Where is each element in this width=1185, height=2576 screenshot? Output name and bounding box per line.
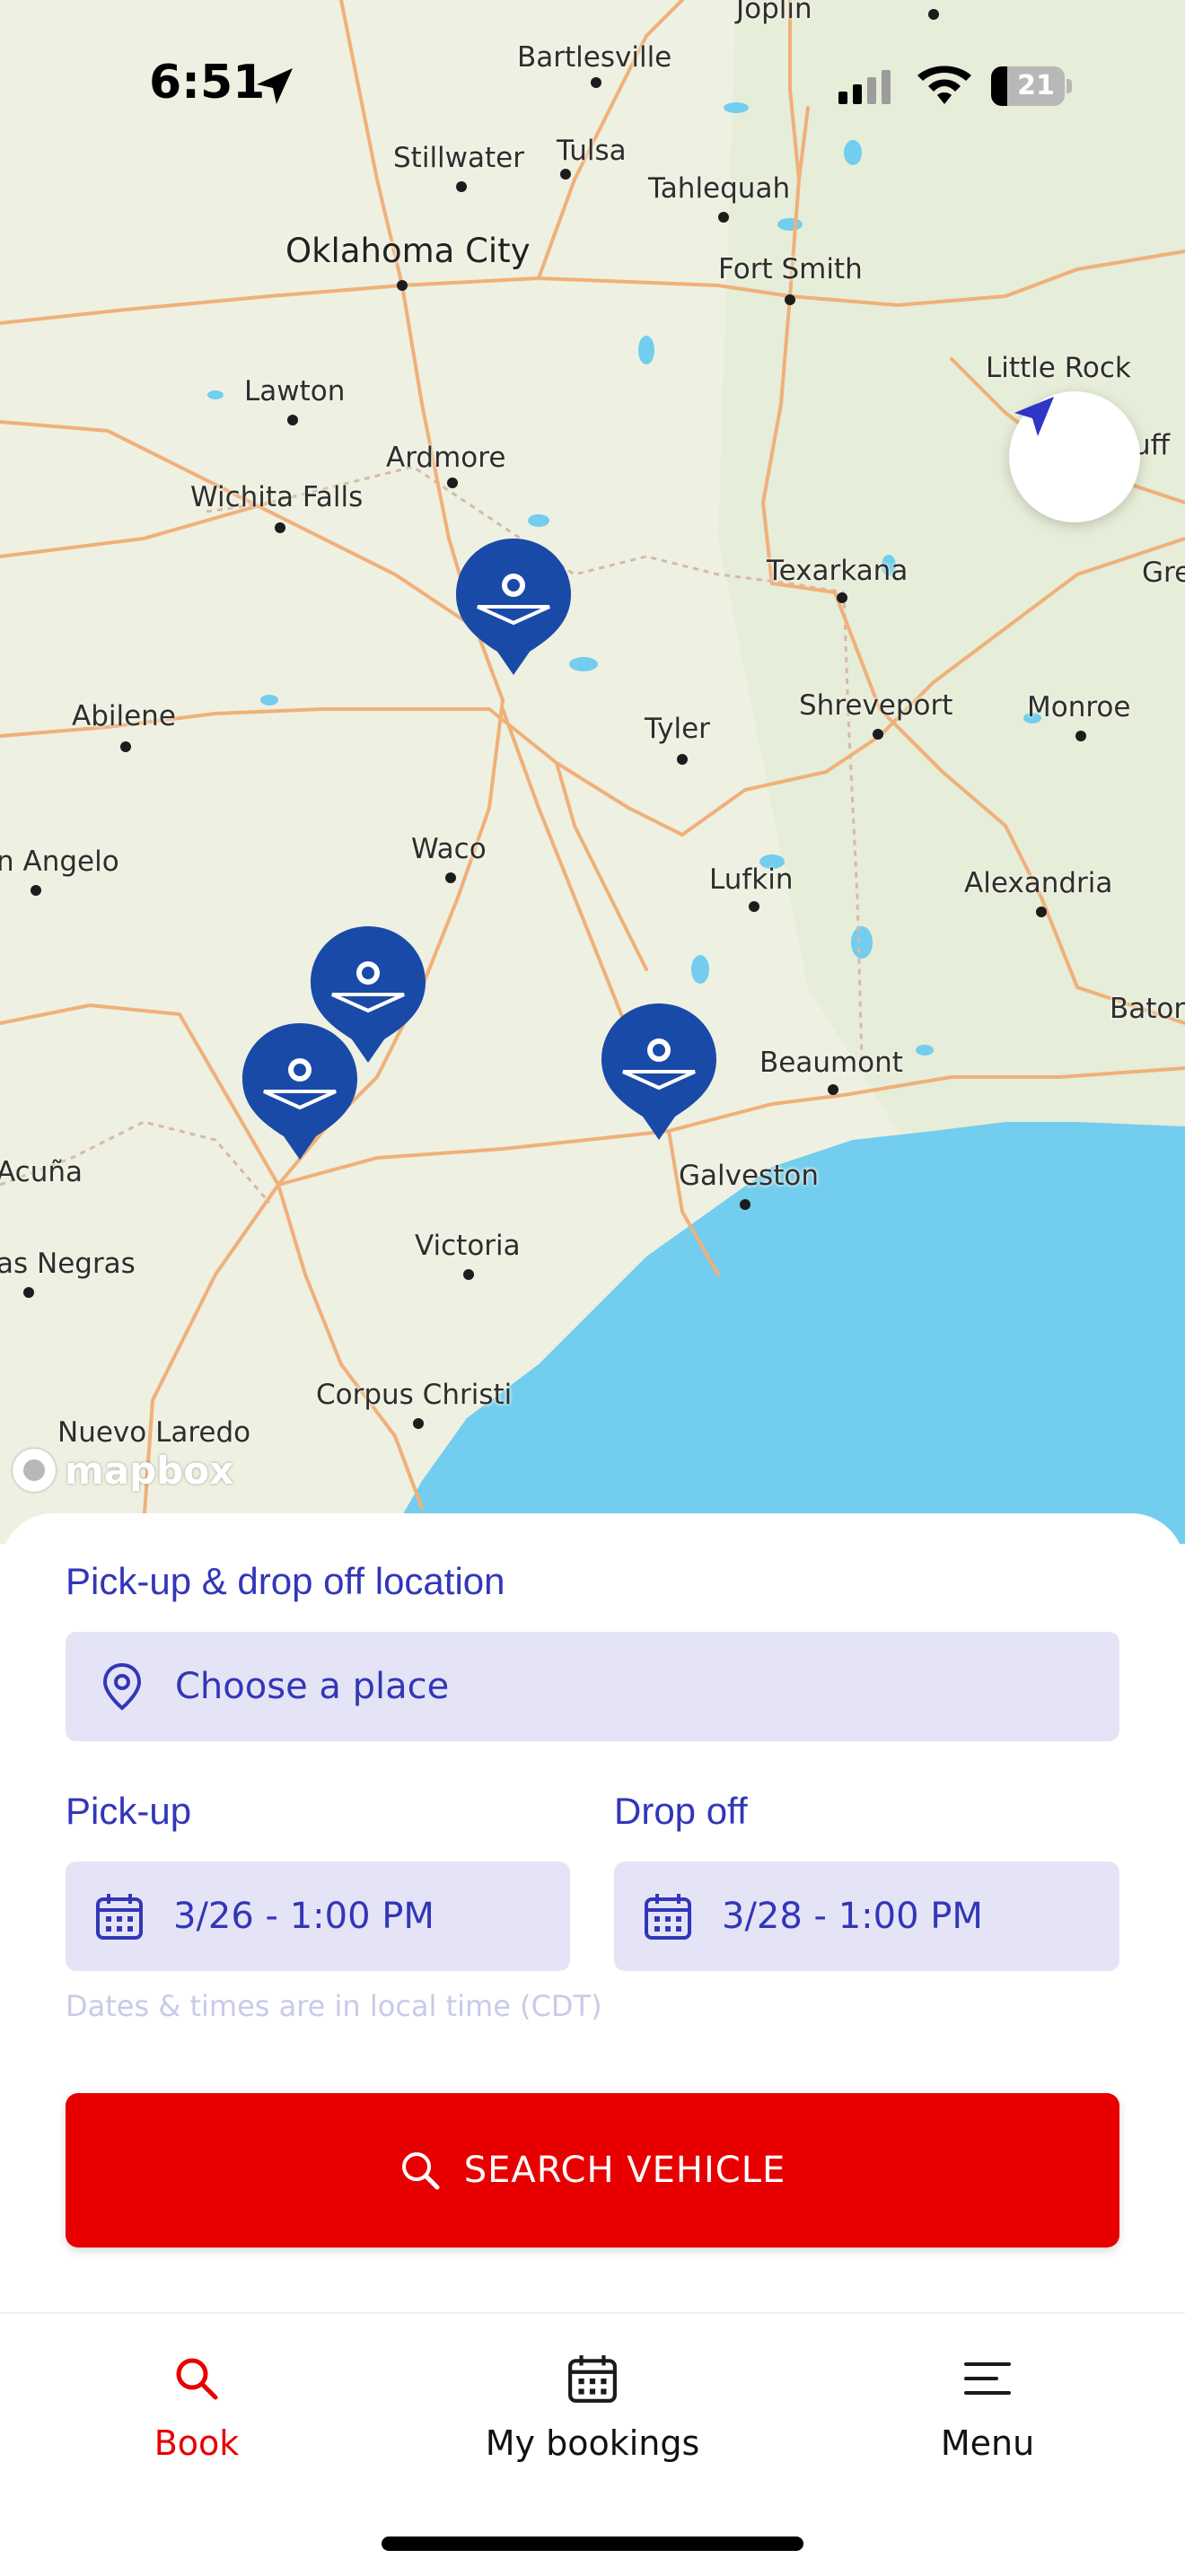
city-dot	[23, 1287, 34, 1298]
calendar-icon	[645, 1894, 691, 1940]
city-dot	[1075, 731, 1086, 741]
city-dot	[828, 1084, 838, 1095]
city-label: Baton	[1110, 993, 1185, 1025]
city-label: Texarkana	[767, 555, 908, 587]
city-label: Oklahoma City	[285, 232, 531, 270]
dropoff-date-field[interactable]: 3/28 - 1:00 PM	[614, 1862, 1119, 1971]
navigation-arrow-icon	[1014, 397, 1054, 436]
status-time: 6:51	[149, 56, 266, 110]
city-dot	[413, 1418, 424, 1429]
city-label: Lufkin	[709, 863, 794, 896]
location-label: Pick-up & drop off location	[66, 1560, 505, 1602]
city-label: Abilene	[72, 700, 176, 732]
mapbox-logo: mapbox	[13, 1443, 233, 1497]
cellular-signal-icon	[838, 70, 891, 104]
city-label: Alexandria	[964, 867, 1113, 899]
city-label: Victoria	[415, 1230, 521, 1262]
city-dot	[31, 885, 41, 896]
city-dot	[120, 741, 131, 752]
location-field[interactable]: Choose a place	[66, 1632, 1119, 1741]
city-dot	[447, 478, 458, 488]
city-dot	[718, 212, 729, 223]
calendar-icon	[568, 2355, 617, 2403]
search-vehicle-button[interactable]: SEARCH VEHICLE	[66, 2093, 1119, 2247]
map-view[interactable]: Joplin Bartlesville Stillwater Tulsa Tah…	[0, 0, 1185, 1544]
city-label: Little Rock	[986, 352, 1131, 384]
city-label: Tahlequah	[648, 172, 791, 205]
city-dot	[275, 522, 285, 533]
search-icon	[401, 2152, 440, 2190]
my-location-button[interactable]	[1009, 391, 1140, 522]
pickup-label: Pick-up	[66, 1790, 192, 1832]
city-label: Galveston	[679, 1160, 819, 1192]
battery-cap	[1066, 79, 1072, 93]
city-dot	[1036, 907, 1047, 917]
calendar-icon	[96, 1894, 143, 1940]
wifi-icon	[917, 66, 971, 104]
city-dot	[837, 592, 847, 603]
city-dot	[785, 294, 795, 305]
city-label: Monroe	[1027, 691, 1131, 723]
timezone-hint: Dates & times are in local time (CDT)	[66, 1989, 602, 2023]
location-placeholder: Choose a place	[175, 1666, 450, 1707]
pickup-date-value: 3/26 - 1:00 PM	[173, 1896, 434, 1937]
tab-menu-label: Menu	[940, 2423, 1035, 2463]
location-pin-icon[interactable]	[596, 998, 722, 1142]
city-dot	[445, 872, 456, 883]
city-dot	[397, 280, 408, 291]
city-label: Ardmore	[386, 442, 506, 474]
city-label: Corpus Christi	[316, 1379, 513, 1411]
battery-level: 21	[1017, 70, 1055, 101]
search-vehicle-label: SEARCH VEHICLE	[463, 2150, 786, 2191]
search-icon	[176, 2358, 218, 2400]
city-label: Fort Smith	[718, 253, 863, 285]
mapbox-logo-icon	[13, 1449, 56, 1492]
tab-my-bookings[interactable]: My bookings	[458, 2314, 727, 2484]
city-dot	[677, 754, 688, 765]
tab-my-bookings-label: My bookings	[485, 2423, 700, 2463]
location-arrow-icon	[257, 68, 293, 104]
city-dot	[463, 1269, 474, 1280]
status-bar: 6:51 21	[0, 0, 1185, 171]
city-label: Wichita Falls	[190, 481, 364, 513]
city-label: Waco	[411, 833, 487, 865]
city-label: Lawton	[244, 375, 346, 407]
city-dot	[873, 729, 883, 740]
city-label: Acuña	[0, 1156, 83, 1188]
tab-book[interactable]: Book	[62, 2314, 331, 2484]
location-pin-icon[interactable]	[451, 533, 576, 677]
city-dot	[749, 901, 759, 912]
city-dot	[456, 181, 467, 192]
city-dot	[740, 1199, 750, 1210]
city-label: Gre	[1142, 556, 1185, 589]
city-label: Shreveport	[799, 689, 953, 722]
dropoff-date-value: 3/28 - 1:00 PM	[722, 1896, 983, 1937]
city-label: n Angelo	[0, 846, 119, 878]
city-label: as Negras	[0, 1248, 136, 1280]
battery-icon: 21	[991, 66, 1065, 106]
tab-menu[interactable]: Menu	[853, 2314, 1122, 2484]
dropoff-label: Drop off	[614, 1790, 748, 1832]
pickup-date-field[interactable]: 3/26 - 1:00 PM	[66, 1862, 570, 1971]
map-pin-icon	[102, 1662, 142, 1711]
city-label: Beaumont	[759, 1047, 903, 1079]
city-dot	[287, 415, 298, 425]
home-indicator	[382, 2537, 803, 2551]
menu-icon	[964, 2362, 1011, 2395]
map-base	[0, 0, 1185, 1544]
location-pin-icon[interactable]	[237, 1018, 363, 1161]
tab-book-label: Book	[154, 2423, 240, 2463]
city-label: Tyler	[645, 713, 710, 745]
